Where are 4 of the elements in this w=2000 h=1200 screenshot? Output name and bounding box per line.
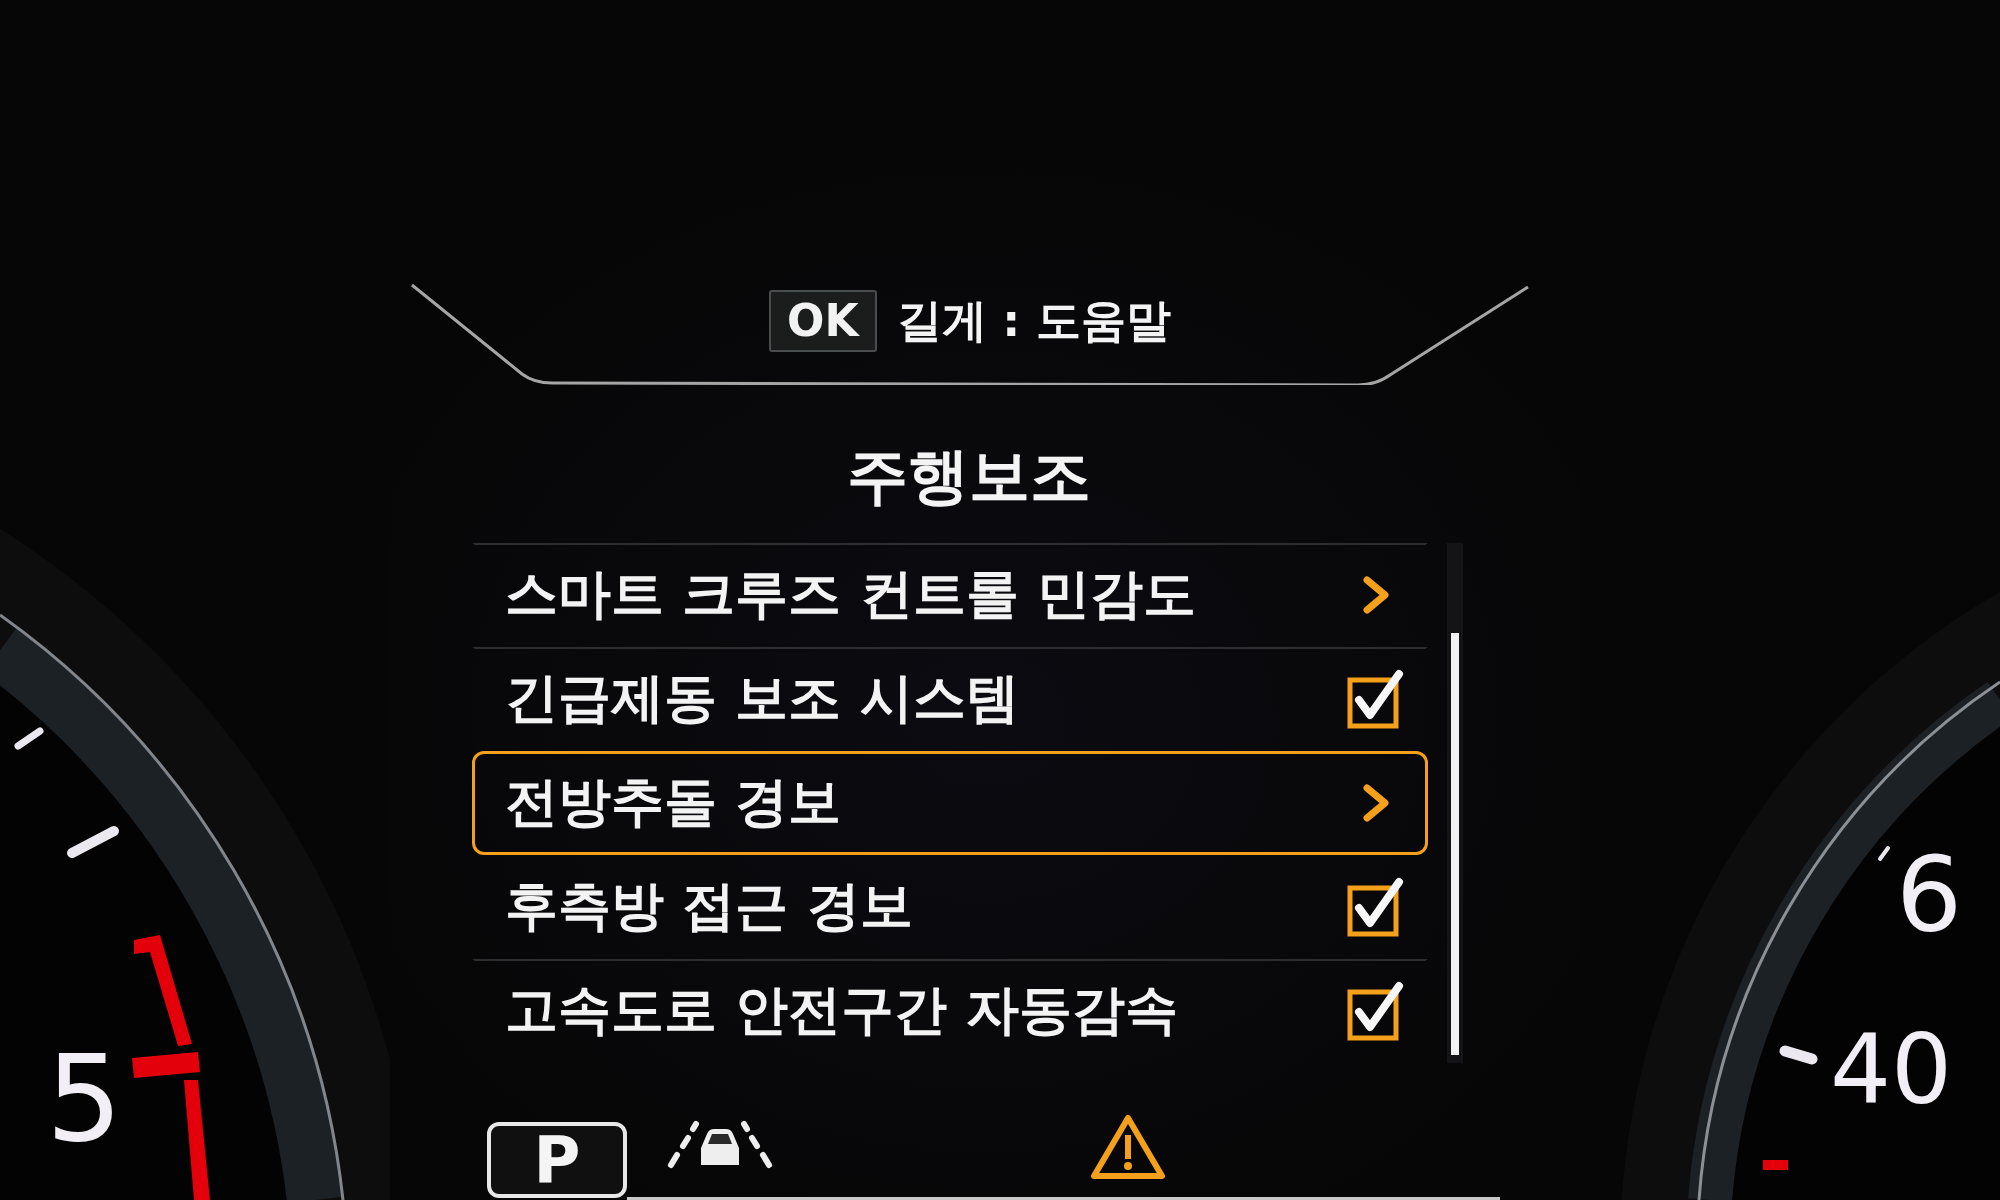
menu-title: 주행보조 [847,439,1091,513]
help-hint: 길게 : 도움말 [896,293,1171,349]
gear-indicator: P [487,1122,627,1198]
ok-key: OK [769,290,877,352]
